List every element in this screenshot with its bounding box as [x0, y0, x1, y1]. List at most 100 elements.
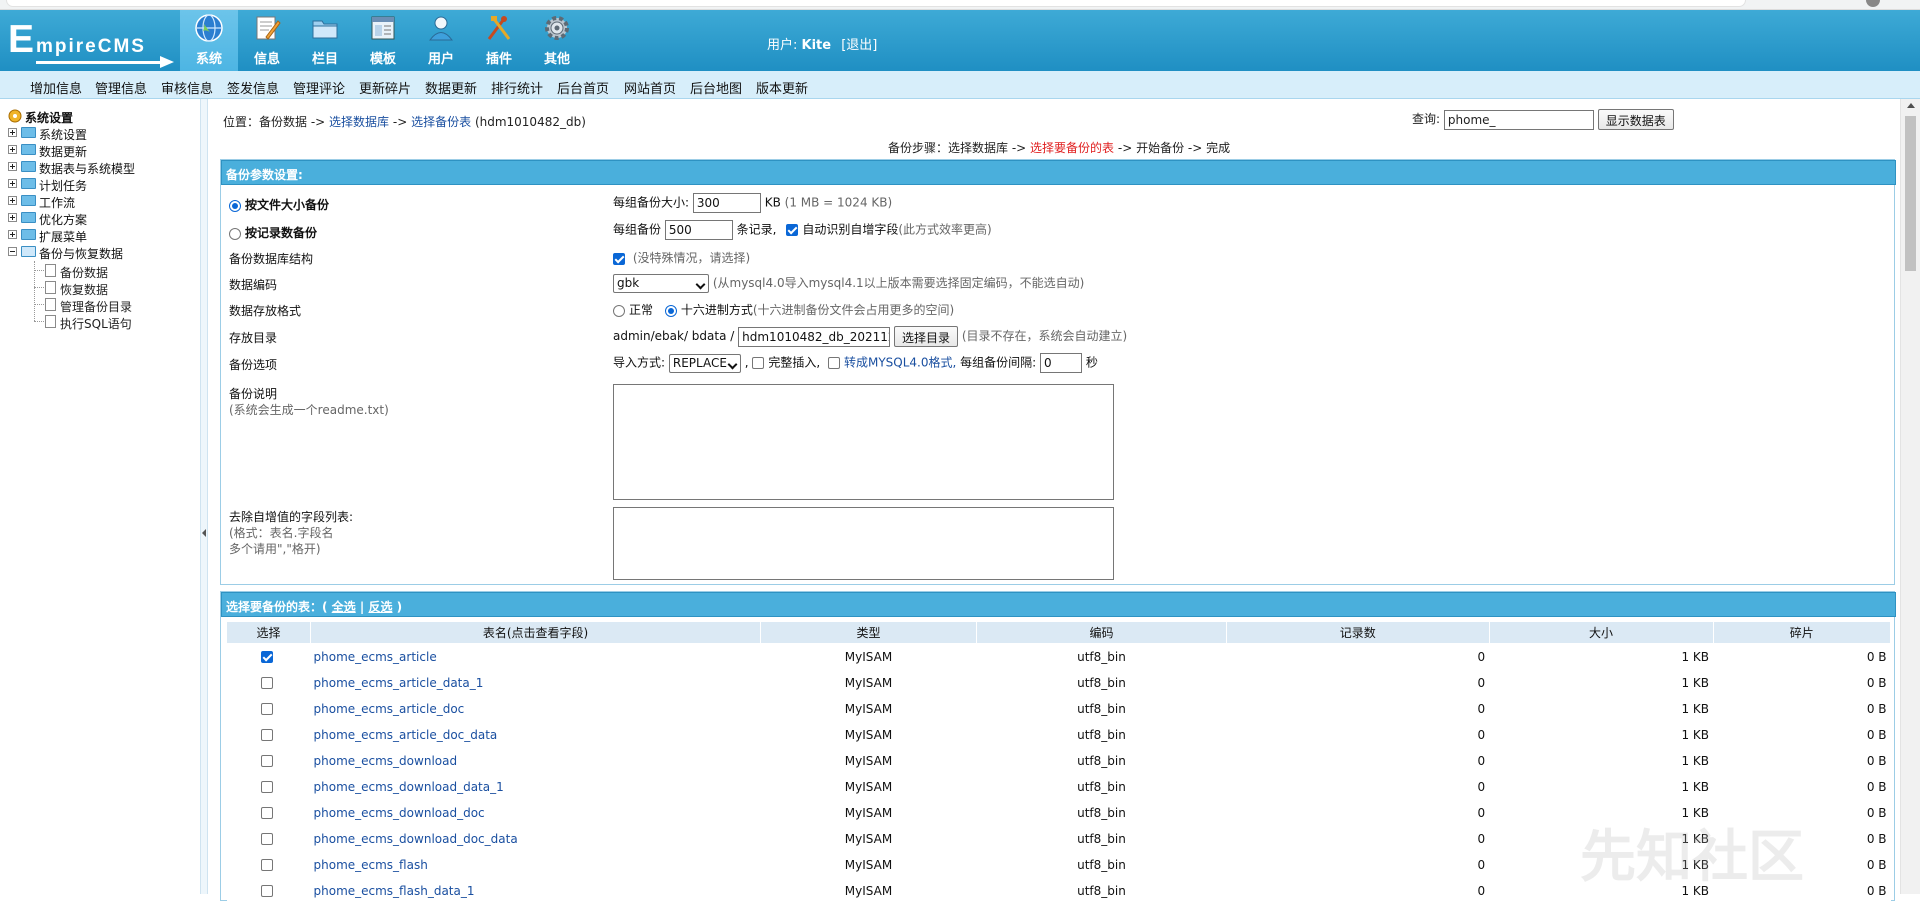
menu-sign-info[interactable]: 签发信息: [227, 78, 279, 97]
mysql40-link[interactable]: 转成MYSQL4.0格式,: [844, 356, 956, 370]
menu-manage-info[interactable]: 管理信息: [95, 78, 147, 97]
interval-input[interactable]: 0: [1040, 353, 1083, 373]
table-name-link[interactable]: phome_ecms_flash: [314, 858, 428, 872]
table-row[interactable]: phome_ecms_article_doc MyISAM utf8_bin 0 1 K…: [226, 695, 1891, 722]
row-checkbox[interactable]: [260, 807, 273, 819]
menu-update-fragments[interactable]: 更新碎片: [359, 78, 411, 97]
menu-review-info[interactable]: 审核信息: [161, 78, 213, 97]
expand-icon[interactable]: [8, 230, 17, 239]
table-name-link[interactable]: phome_ecms_download_doc_data: [314, 832, 518, 846]
menu-site-home[interactable]: 网站首页: [624, 78, 676, 97]
tables-title: 选择要备份的表：( 全选 | 反选 ): [221, 592, 1896, 617]
top-nav-user[interactable]: 用户: [412, 10, 470, 71]
mysql40-checkbox[interactable]: [827, 357, 840, 369]
dir-input[interactable]: hdm1010482_db_20211229: [738, 326, 891, 347]
expand-icon[interactable]: [8, 145, 17, 154]
by-size-radio[interactable]: [229, 199, 241, 212]
scrollbar-thumb[interactable]: [1905, 116, 1916, 271]
expand-icon[interactable]: [8, 179, 17, 188]
row-checkbox[interactable]: [260, 833, 273, 845]
format-hex-radio[interactable]: [664, 304, 677, 317]
table-row[interactable]: phome_ecms_download_data_1 MyISAM utf8_bin…: [226, 773, 1891, 800]
row-checkbox[interactable]: [260, 729, 273, 741]
row-select-cell: [226, 799, 311, 826]
menu-manage-comments[interactable]: 管理评论: [293, 78, 345, 97]
expand-icon[interactable]: [8, 196, 17, 205]
note-textarea[interactable]: [613, 384, 1114, 500]
menu-rank-stats[interactable]: 排行统计: [491, 78, 543, 97]
menu-add-info[interactable]: 增加信息: [30, 78, 82, 97]
row-checkbox[interactable]: [260, 703, 273, 715]
table-name-link[interactable]: phome_ecms_article_doc: [314, 702, 465, 716]
note-hint: (系统会生成一个readme.txt): [229, 403, 389, 417]
select-all-link[interactable]: 全选: [332, 600, 356, 614]
records-input[interactable]: 500: [664, 220, 733, 240]
menu-data-update[interactable]: 数据更新: [425, 78, 477, 97]
row-encoding: utf8_bin: [976, 747, 1227, 774]
query-input[interactable]: phome_: [1443, 109, 1594, 130]
menu-admin-map[interactable]: 后台地图: [690, 78, 742, 97]
backup-settings-panel: 备份参数设置: 按文件大小备份 每组备份大小: 300 KB (1 MB = 1…: [220, 159, 1896, 585]
empirecms-logo[interactable]: E mpireCMS: [8, 19, 174, 68]
complete-insert-checkbox[interactable]: [752, 357, 765, 369]
row-select-cell: [226, 851, 311, 878]
row-checkbox[interactable]: [260, 885, 273, 897]
table-row[interactable]: phome_ecms_download MyISAM utf8_bin 0 1 KB 0 …: [226, 747, 1891, 774]
logout-link[interactable]: [退出]: [841, 38, 877, 53]
row-checkbox[interactable]: [260, 755, 273, 767]
table-row[interactable]: phome_ecms_article_doc_data MyISAM utf8_bi…: [226, 721, 1891, 748]
top-nav-column[interactable]: 栏目: [296, 10, 354, 71]
top-nav-other[interactable]: 其他: [528, 10, 586, 71]
breadcrumb-select-db-link[interactable]: 选择数据库: [329, 115, 389, 129]
table-name-link[interactable]: phome_ecms_article_doc_data: [314, 728, 498, 742]
menu-admin-home[interactable]: 后台首页: [557, 78, 609, 97]
table-name-link[interactable]: phome_ecms_download_data_1: [314, 780, 504, 794]
menu-version-update[interactable]: 版本更新: [756, 78, 808, 97]
invert-selection-link[interactable]: 反选: [368, 600, 392, 614]
format-normal-radio[interactable]: [613, 304, 625, 317]
by-records-radio[interactable]: [229, 227, 241, 240]
sidebar-splitter[interactable]: [200, 99, 208, 894]
breadcrumb-select-table-link[interactable]: 选择备份表: [411, 115, 471, 129]
row-checkbox[interactable]: [260, 781, 273, 793]
table-name-link[interactable]: phome_ecms_flash_data_1: [314, 884, 475, 898]
encoding-select[interactable]: gbk: [613, 274, 709, 293]
row-checkbox[interactable]: [260, 677, 273, 689]
select-dir-button[interactable]: 选择目录: [893, 326, 958, 347]
row-size: 1 KB: [1489, 747, 1713, 774]
expand-icon[interactable]: [8, 213, 17, 222]
row-checkbox[interactable]: [260, 859, 273, 871]
table-name-link[interactable]: phome_ecms_article_data_1: [314, 676, 484, 690]
import-mode-select[interactable]: REPLACE: [668, 353, 741, 373]
row-records: 0: [1226, 773, 1490, 800]
collapse-icon[interactable]: [8, 247, 17, 256]
profile-icon[interactable]: [1866, 0, 1880, 7]
table-name-link[interactable]: phome_ecms_article: [314, 650, 437, 664]
top-nav-template[interactable]: 模板: [354, 10, 412, 71]
top-nav-system[interactable]: 系统: [180, 10, 238, 71]
expand-icon[interactable]: [8, 162, 17, 171]
size-input[interactable]: 300: [692, 193, 761, 213]
by-size-option[interactable]: 按文件大小备份: [229, 196, 329, 213]
remove-autoinc-textarea[interactable]: [613, 507, 1114, 580]
table-row[interactable]: phome_ecms_article_data_1 MyISAM utf8_bin 0…: [226, 669, 1891, 696]
collapse-sidebar-icon[interactable]: [202, 529, 206, 537]
table-name-link[interactable]: phome_ecms_download_doc: [314, 806, 485, 820]
address-bar[interactable]: [6, 0, 1746, 7]
table-row[interactable]: phome_ecms_article MyISAM utf8_bin 0 1 KB 0 B: [226, 643, 1891, 670]
top-nav-info[interactable]: 信息: [238, 10, 296, 71]
table-name-link[interactable]: phome_ecms_download: [314, 754, 458, 768]
row-size: 1 KB: [1489, 721, 1713, 748]
by-records-option[interactable]: 按记录数备份: [229, 224, 317, 241]
top-nav-plugin[interactable]: 插件: [470, 10, 528, 71]
row-checkbox[interactable]: [260, 651, 273, 663]
auto-increment-checkbox[interactable]: [786, 224, 799, 236]
show-tables-button[interactable]: 显示数据表: [1597, 109, 1674, 130]
scroll-up-icon[interactable]: [1907, 103, 1915, 108]
row-size: 1 KB: [1489, 773, 1713, 800]
expand-icon[interactable]: [8, 128, 17, 137]
backup-structure-checkbox[interactable]: [613, 252, 625, 265]
quick-menu-bar: 增加信息 管理信息 审核信息 签发信息 管理评论 更新碎片 数据更新 排行统计 …: [0, 71, 1920, 99]
row-encoding: utf8_bin: [976, 721, 1227, 748]
page-scrollbar[interactable]: [1900, 99, 1920, 894]
